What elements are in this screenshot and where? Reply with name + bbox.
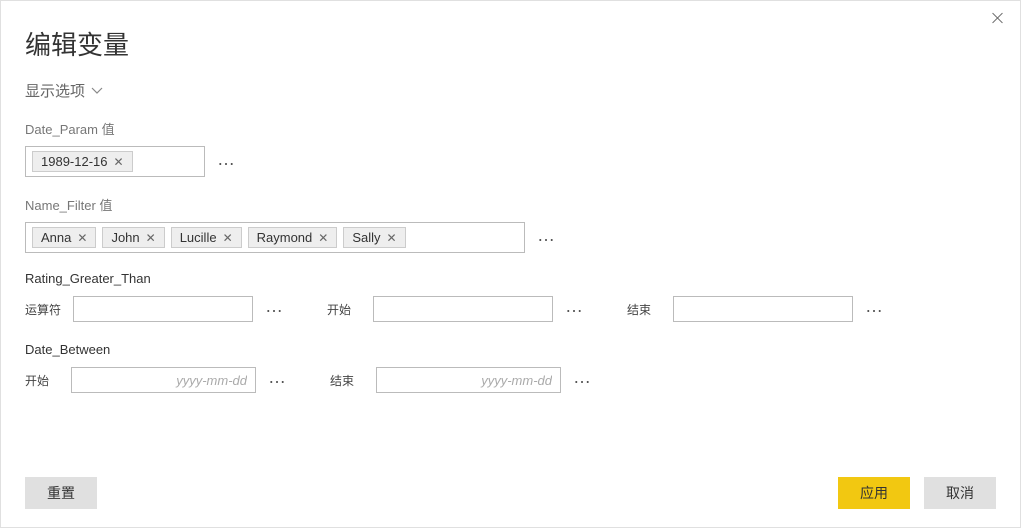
chevron-down-icon [91, 87, 103, 95]
tag-label: Anna [41, 230, 71, 245]
tag-remove-icon[interactable]: ✕ [146, 231, 156, 245]
tag-remove-icon[interactable]: ✕ [114, 155, 124, 169]
operator-input[interactable] [73, 296, 253, 322]
display-options-label: 显示选项 [25, 80, 85, 101]
dialog-footer: 重置 应用 取消 [1, 463, 1020, 527]
date-end-more-icon[interactable]: … [573, 368, 593, 386]
rating-start-more-icon[interactable]: … [565, 297, 585, 315]
name-filter-label: Name_Filter 值 [25, 195, 996, 214]
date-param-input[interactable]: 1989-12-16 ✕ [25, 146, 205, 177]
date-start-input[interactable] [71, 367, 256, 393]
date-end-label: 结束 [330, 372, 364, 389]
date-end-input[interactable] [376, 367, 561, 393]
filter-tag[interactable]: John ✕ [102, 227, 164, 248]
date-param-more-icon[interactable]: … [217, 150, 237, 168]
filter-tag[interactable]: Raymond ✕ [248, 227, 338, 248]
rating-start-input[interactable] [373, 296, 553, 322]
date-start-label: 开始 [25, 372, 59, 389]
rating-start-label: 开始 [327, 301, 361, 318]
tag-remove-icon[interactable]: ✕ [77, 231, 87, 245]
dialog-title: 编辑变量 [25, 25, 996, 62]
rating-section-label: Rating_Greater_Than [25, 271, 996, 286]
date-start-more-icon[interactable]: … [268, 368, 288, 386]
name-filter-more-icon[interactable]: … [537, 226, 557, 244]
filter-tag[interactable]: Lucille ✕ [171, 227, 242, 248]
rating-end-more-icon[interactable]: … [865, 297, 885, 315]
tag-remove-icon[interactable]: ✕ [223, 231, 233, 245]
filter-tag[interactable]: 1989-12-16 ✕ [32, 151, 133, 172]
rating-end-label: 结束 [627, 301, 661, 318]
reset-button[interactable]: 重置 [25, 477, 97, 509]
name-filter-input[interactable]: Anna ✕ John ✕ Lucille ✕ Raymond ✕ Sally ✕ [25, 222, 525, 253]
filter-tag[interactable]: Anna ✕ [32, 227, 96, 248]
operator-more-icon[interactable]: … [265, 297, 285, 315]
tag-label: John [111, 230, 139, 245]
date-param-label: Date_Param 值 [25, 119, 996, 138]
tag-label: 1989-12-16 [41, 154, 108, 169]
dialog-content: 编辑变量 显示选项 Date_Param 值 1989-12-16 ✕ … Nam… [1, 1, 1020, 393]
date-between-label: Date_Between [25, 342, 996, 357]
filter-tag[interactable]: Sally ✕ [343, 227, 405, 248]
apply-button[interactable]: 应用 [838, 477, 910, 509]
display-options-toggle[interactable]: 显示选项 [25, 80, 103, 101]
tag-label: Lucille [180, 230, 217, 245]
tag-remove-icon[interactable]: ✕ [387, 231, 397, 245]
cancel-button[interactable]: 取消 [924, 477, 996, 509]
tag-label: Sally [352, 230, 380, 245]
tag-label: Raymond [257, 230, 313, 245]
close-icon[interactable] [991, 11, 1005, 25]
rating-end-input[interactable] [673, 296, 853, 322]
operator-label: 运算符 [25, 301, 61, 318]
tag-remove-icon[interactable]: ✕ [318, 231, 328, 245]
